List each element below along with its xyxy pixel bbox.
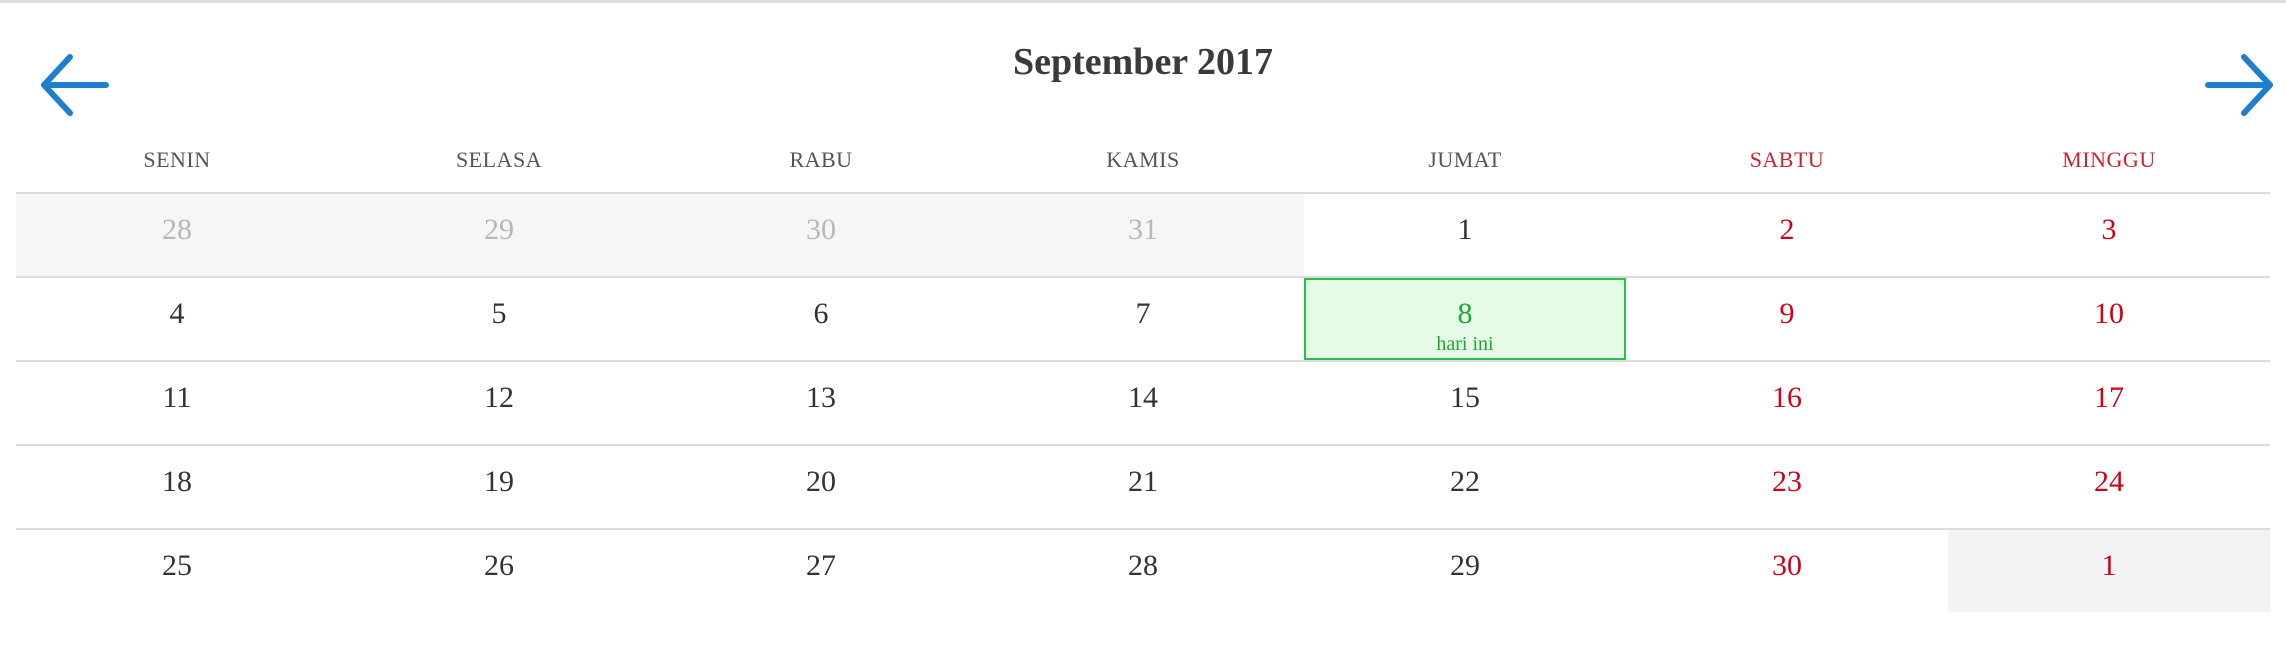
- day-number: 16: [1772, 381, 1802, 414]
- day-cell[interactable]: 26: [338, 530, 660, 612]
- weekday-sabtu: SABTU: [1749, 147, 1825, 172]
- day-cell[interactable]: 15: [1304, 362, 1626, 444]
- day-cell-today[interactable]: 8 hari ini: [1304, 278, 1626, 360]
- day-number: 14: [1128, 381, 1158, 414]
- day-cell[interactable]: 16: [1626, 362, 1948, 444]
- day-cell[interactable]: 14: [982, 362, 1304, 444]
- calendar-week-row: 4 5 6 7 8 hari ini 9 10: [16, 278, 2270, 362]
- calendar-grid: 28 29 30 31 1 2 3 4 5 6 7 8 hari ini 9 10 11 12 13 14 15 16 1…: [16, 194, 2270, 612]
- day-number: 7: [1135, 297, 1151, 330]
- day-number: 5: [491, 297, 507, 330]
- day-cell[interactable]: 11: [16, 362, 338, 444]
- day-number: 15: [1450, 381, 1480, 414]
- month-title: September 2017: [1013, 41, 1273, 83]
- day-cell[interactable]: 28: [982, 530, 1304, 612]
- day-number: 23: [1772, 465, 1802, 498]
- day-cell[interactable]: 31: [982, 194, 1304, 276]
- day-cell[interactable]: 7: [982, 278, 1304, 360]
- day-number: 8: [1457, 297, 1473, 330]
- day-number: 25: [162, 549, 192, 582]
- today-label: hari ini: [1436, 333, 1494, 355]
- day-cell[interactable]: 27: [660, 530, 982, 612]
- day-cell[interactable]: 21: [982, 446, 1304, 528]
- day-cell[interactable]: 18: [16, 446, 338, 528]
- day-number: 13: [806, 381, 836, 414]
- calendar-week-row: 25 26 27 28 29 30 1: [16, 530, 2270, 612]
- day-cell[interactable]: 19: [338, 446, 660, 528]
- weekday-selasa: SELASA: [455, 147, 543, 172]
- day-cell[interactable]: 9: [1626, 278, 1948, 360]
- day-number: 28: [1128, 549, 1158, 582]
- day-cell[interactable]: 10: [1948, 278, 2270, 360]
- day-number: 31: [1128, 213, 1158, 246]
- calendar-week-row: 18 19 20 21 22 23 24: [16, 446, 2270, 530]
- day-cell[interactable]: 6: [660, 278, 982, 360]
- day-number: 10: [2094, 297, 2124, 330]
- day-cell[interactable]: 25: [16, 530, 338, 612]
- day-number: 2: [1779, 213, 1795, 246]
- day-number: 6: [813, 297, 829, 330]
- day-cell[interactable]: 4: [16, 278, 338, 360]
- day-cell[interactable]: 12: [338, 362, 660, 444]
- day-number: 20: [806, 465, 836, 498]
- day-cell[interactable]: 30: [660, 194, 982, 276]
- day-cell[interactable]: 23: [1626, 446, 1948, 528]
- day-number: 19: [484, 465, 514, 498]
- calendar-header: September 2017: [0, 20, 2286, 130]
- day-number: 3: [2101, 213, 2117, 246]
- day-cell[interactable]: 17: [1948, 362, 2270, 444]
- day-number: 17: [2094, 381, 2124, 414]
- next-month-button[interactable]: [2200, 45, 2280, 125]
- day-number: 21: [1128, 465, 1158, 498]
- day-number: 30: [806, 213, 836, 246]
- weekday-minggu: MINGGU: [2062, 147, 2156, 172]
- day-cell[interactable]: 30: [1626, 530, 1948, 612]
- day-number: 18: [162, 465, 192, 498]
- day-cell[interactable]: 28: [16, 194, 338, 276]
- day-number: 26: [484, 549, 514, 582]
- weekday-jumat: JUMAT: [1428, 147, 1502, 172]
- day-cell[interactable]: 20: [660, 446, 982, 528]
- day-cell[interactable]: 29: [338, 194, 660, 276]
- day-number: 30: [1772, 549, 1802, 582]
- day-number: 4: [169, 297, 185, 330]
- weekday-kamis: KAMIS: [1106, 147, 1180, 172]
- day-number: 29: [484, 213, 514, 246]
- arrow-right-icon: [2205, 54, 2273, 116]
- day-cell[interactable]: 5: [338, 278, 660, 360]
- day-cell[interactable]: 24: [1948, 446, 2270, 528]
- day-cell[interactable]: 3: [1948, 194, 2270, 276]
- day-cell[interactable]: 2: [1626, 194, 1948, 276]
- day-cell[interactable]: 22: [1304, 446, 1626, 528]
- day-number: 27: [806, 549, 836, 582]
- weekday-rabu: RABU: [789, 147, 853, 172]
- top-border: [0, 0, 2286, 3]
- day-number: 24: [2094, 465, 2124, 498]
- day-number: 1: [2101, 549, 2117, 582]
- day-number: 9: [1779, 297, 1795, 330]
- day-number: 11: [162, 381, 192, 414]
- weekday-header-row: SENIN SELASA RABU KAMIS JUMAT SABTU MING…: [16, 130, 2270, 194]
- calendar-week-row: 28 29 30 31 1 2 3: [16, 194, 2270, 278]
- day-cell[interactable]: 13: [660, 362, 982, 444]
- day-number: 28: [162, 213, 192, 246]
- day-number: 1: [1457, 213, 1473, 246]
- weekday-senin: SENIN: [143, 147, 211, 172]
- day-cell[interactable]: 29: [1304, 530, 1626, 612]
- day-number: 12: [484, 381, 514, 414]
- day-cell[interactable]: 1: [1304, 194, 1626, 276]
- calendar-week-row: 11 12 13 14 15 16 17: [16, 362, 2270, 446]
- day-number: 22: [1450, 465, 1480, 498]
- day-number: 29: [1450, 549, 1480, 582]
- day-cell[interactable]: 1: [1948, 530, 2270, 612]
